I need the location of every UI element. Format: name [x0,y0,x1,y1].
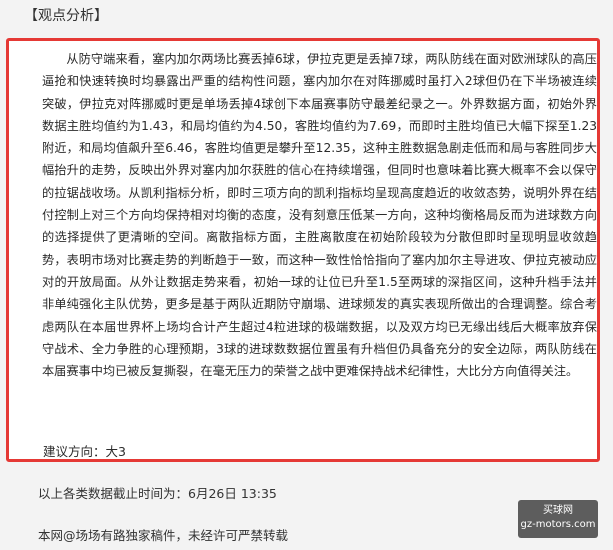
analysis-box: 从防守端来看，塞内加尔两场比赛丢掉6球，伊拉克更是丢掉7球，两队防线在面对欧洲球… [6,38,600,462]
analysis-paragraph: 从防守端来看，塞内加尔两场比赛丢掉6球，伊拉克更是丢掉7球，两队防线在面对欧洲球… [42,52,597,379]
site-watermark: 买球网 gz-motors.com [518,500,598,538]
article-page: 【观点分析】 从防守端来看，塞内加尔两场比赛丢掉6球，伊拉克更是丢掉7球，两队防… [0,0,613,550]
advice-direction: 建议方向：大3 [43,444,126,459]
watermark-domain: gz-motors.com [520,519,596,530]
data-cutoff-time: 以上各类数据截止时间为：6月26日 13:35 [38,486,277,501]
copyright-notice: 本网@场场有路独家稿件，未经许可严禁转载 [38,528,289,543]
watermark-title: 买球网 [543,505,573,516]
section-title: 【观点分析】 [24,8,108,24]
